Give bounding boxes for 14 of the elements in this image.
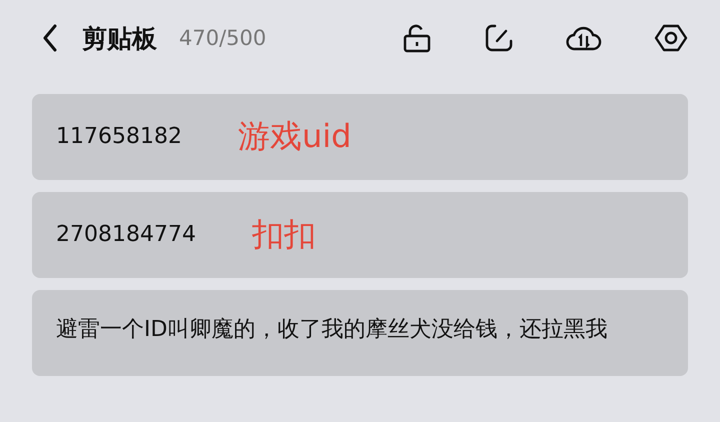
clipboard-card[interactable]: 117658182 游戏uid [32,94,688,180]
clipboard-card[interactable]: 避雷一个ID叫卿魔的，收了我的摩丝犬没给钱，还拉黑我 [32,290,688,376]
back-icon[interactable] [42,24,58,52]
clip-text: 117658182 [56,123,182,152]
annotation-text: 扣扣 [252,214,316,255]
annotation-text: 游戏uid [238,116,352,157]
settings-icon[interactable] [654,23,688,53]
clip-text: 2708184774 [56,221,196,250]
edit-icon[interactable] [484,23,514,53]
page-title: 剪贴板 [82,22,157,54]
clipboard-card[interactable]: 2708184774 扣扣 [32,192,688,278]
clip-text: 避雷一个ID叫卿魔的，收了我的摩丝犬没给钱，还拉黑我 [56,316,608,344]
item-count: 470/500 [179,26,266,50]
unlock-icon[interactable] [402,23,432,53]
